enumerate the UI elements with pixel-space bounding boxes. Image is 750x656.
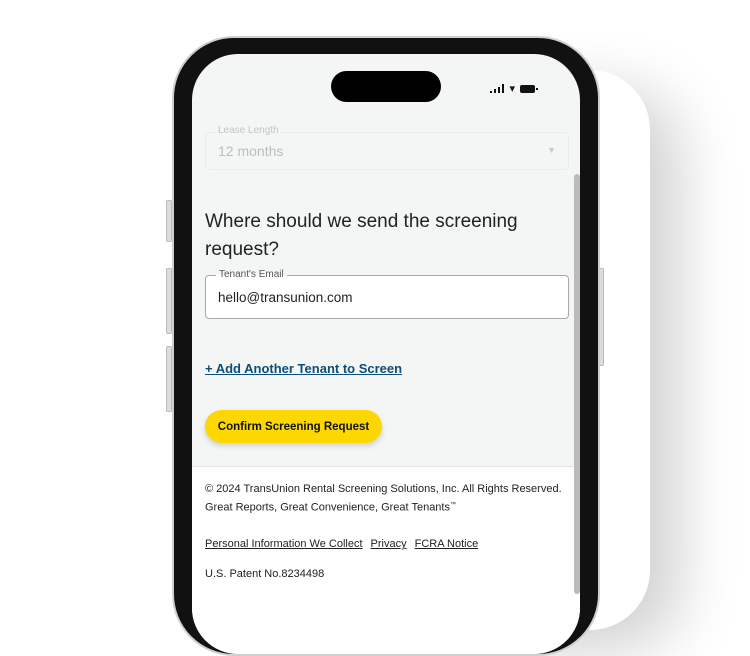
phone-screen: ▾ Lease Length 12 months ▼ Where should …	[192, 54, 580, 654]
privacy-link[interactable]: Privacy	[371, 538, 407, 550]
scrollbar[interactable]	[574, 174, 580, 594]
chevron-down-icon: ▼	[547, 145, 556, 155]
signal-icon	[490, 84, 505, 93]
tenant-email-field[interactable]: Tenant's Email hello@transunion.com	[205, 269, 569, 319]
section-heading: Where should we send the screening reque…	[205, 211, 518, 260]
add-tenant-link[interactable]: + Add Another Tenant to Screen	[205, 361, 402, 376]
patent-text: U.S. Patent No.8234498	[205, 568, 325, 580]
tenant-email-label: Tenant's Email	[216, 269, 287, 280]
fcra-notice-link[interactable]: FCRA Notice	[415, 538, 479, 550]
tagline: Great Reports, Great Convenience, Great …	[205, 497, 456, 516]
lease-length-select[interactable]: Lease Length 12 months ▼	[205, 125, 569, 170]
battery-icon	[520, 84, 538, 93]
tenant-email-value[interactable]: hello@transunion.com	[218, 290, 353, 305]
lease-length-label: Lease Length	[216, 125, 281, 136]
trademark: ™	[449, 502, 456, 508]
tagline-text: Great Reports, Great Convenience, Great …	[205, 501, 450, 514]
lease-length-value: 12 months	[218, 143, 284, 159]
status-bar: ▾	[490, 82, 538, 95]
confirm-screening-button[interactable]: Confirm Screening Request	[205, 410, 382, 443]
dynamic-island	[331, 71, 441, 102]
footer: © 2024 TransUnion Rental Screening Solut…	[192, 466, 580, 654]
footer-links: Personal Information We Collect Privacy …	[205, 538, 478, 550]
personal-info-link[interactable]: Personal Information We Collect	[205, 538, 363, 550]
wifi-icon: ▾	[509, 83, 515, 95]
copyright-text: © 2024 TransUnion Rental Screening Solut…	[205, 483, 562, 495]
